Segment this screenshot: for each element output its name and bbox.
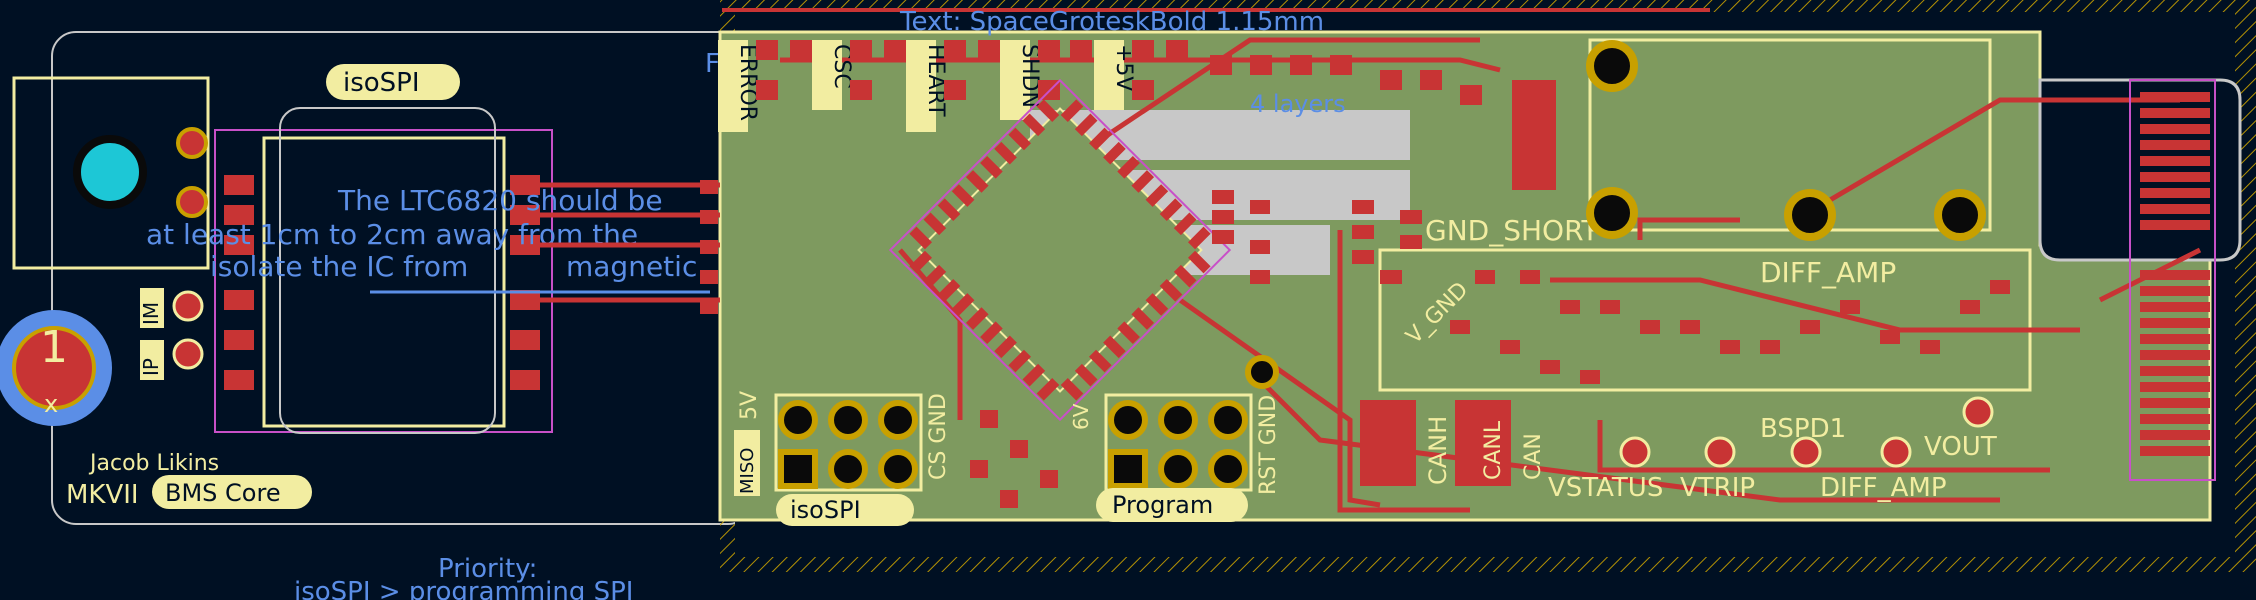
label-5v: 5V: [737, 391, 762, 420]
label-gnd-1: GND: [926, 393, 951, 443]
label-diff-amp-bottom: DIFF_AMP: [1820, 473, 1947, 503]
edge-connector-top: [2140, 92, 2210, 230]
label-ip: IP: [139, 358, 163, 376]
label-6v: 6V: [1069, 403, 1093, 430]
author-name: Jacob Likins: [88, 451, 219, 476]
priority-line: isoSPI > programming SPI: [294, 577, 633, 600]
label-rst: RST: [1256, 452, 1281, 495]
ltc-note-line1: The LTC6820 should be: [337, 184, 663, 217]
label-can: CAN: [1521, 433, 1546, 480]
rj-jack-hole: [73, 135, 147, 209]
label-gnd-short: GND_SHORT: [1425, 214, 1599, 247]
regulator-pad: [1512, 80, 1556, 190]
label-diff-amp-top: DIFF_AMP: [1760, 256, 1896, 289]
label-gnd-2: GND: [1256, 395, 1281, 445]
model-name: MKVII: [66, 480, 139, 510]
bms-core-label: BMS Core: [165, 479, 281, 507]
label-cs: CS: [926, 451, 951, 480]
pcb-editor-canvas[interactable]: Text: SpaceGroteskBold 1.15mm F 4 layers…: [0, 0, 2256, 600]
pad-canh: [1360, 400, 1416, 486]
mount-hole-number: 1: [40, 322, 68, 373]
ltc-note-line4: magnetic: [566, 250, 697, 283]
label-vout: VOUT: [1924, 432, 1997, 462]
pad-ip: [172, 338, 204, 370]
label-vstatus: VSTATUS: [1548, 473, 1663, 503]
label-im: IM: [139, 302, 163, 325]
ltc-note-line3: isolate the IC from: [210, 250, 468, 283]
layers-note: 4 layers: [1250, 90, 1346, 118]
label-canl: CANL: [1481, 420, 1506, 480]
label-canh: CANH: [1424, 416, 1452, 485]
mount-hole-x: x: [44, 390, 58, 418]
isospi-label-top: isoSPI: [343, 68, 420, 98]
top-text-label: Text: SpaceGroteskBold 1.15mm: [899, 7, 1324, 37]
board-edge-slot: [2038, 78, 2242, 262]
label-rst-gnd: RST GND: [1256, 395, 1281, 495]
isospi-label-bottom: isoSPI: [790, 496, 861, 524]
pad-im-top: [176, 186, 208, 218]
pad-ip-top: [176, 127, 208, 159]
pad-im: [172, 290, 204, 322]
label-miso: MISO: [737, 448, 758, 494]
label-cs-gnd: CS GND: [926, 393, 951, 480]
program-label: Program: [1112, 491, 1213, 519]
label-vtrip: VTRIP: [1680, 473, 1755, 503]
label-bspd1: BSPD1: [1760, 414, 1846, 444]
hidden-label: F: [705, 49, 720, 79]
